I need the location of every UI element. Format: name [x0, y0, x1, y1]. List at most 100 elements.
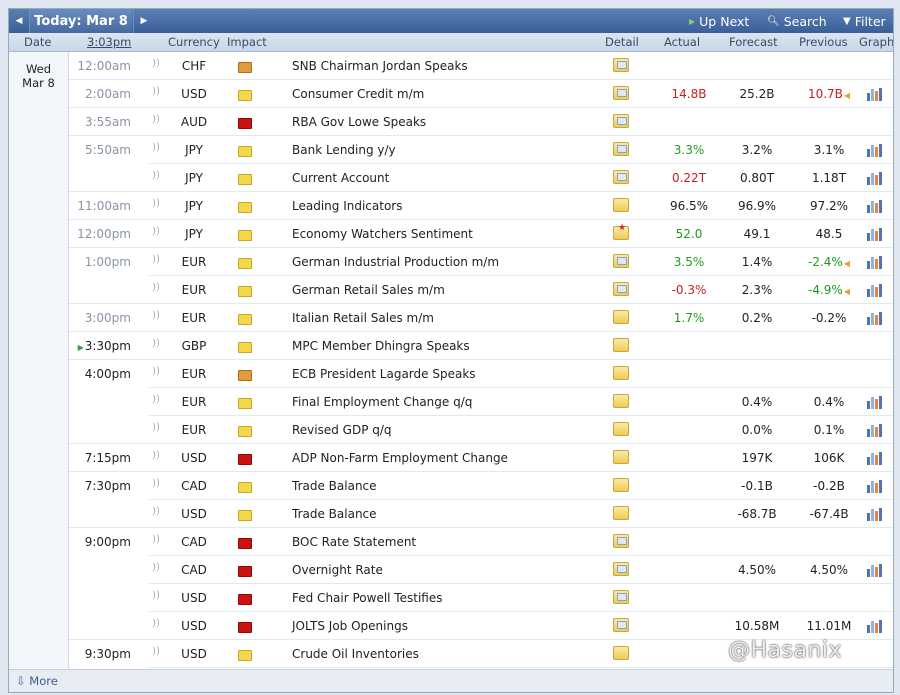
table-row[interactable]: )) EUR Final Employment Change q/q 0.4% 0.4%: [9, 388, 893, 416]
bar-chart-icon[interactable]: [867, 87, 883, 101]
event-title[interactable]: Fed Chair Powell Testifies: [292, 591, 592, 605]
up-next-button[interactable]: ▶ Up Next: [689, 9, 749, 33]
bar-chart-icon[interactable]: [867, 451, 883, 465]
event-title[interactable]: Trade Balance: [292, 479, 592, 493]
alert-sound-icon[interactable]: )): [151, 338, 161, 349]
detail-folder-icon[interactable]: [613, 254, 629, 268]
bar-chart-icon[interactable]: [867, 619, 883, 633]
bar-chart-icon[interactable]: [867, 199, 883, 213]
bar-chart-icon[interactable]: [867, 227, 883, 241]
event-title[interactable]: Trade Balance: [292, 507, 592, 521]
detail-folder-icon[interactable]: [613, 223, 629, 240]
alert-sound-icon[interactable]: )): [151, 170, 161, 181]
detail-folder-icon[interactable]: [613, 142, 629, 156]
table-row[interactable]: 5:50am)) JPY Bank Lending y/y 3.3% 3.2% 3.1%: [9, 136, 893, 164]
event-title[interactable]: Consumer Credit m/m: [292, 87, 592, 101]
bar-chart-icon[interactable]: [867, 143, 883, 157]
bar-chart-icon[interactable]: [867, 563, 883, 577]
table-row[interactable]: )) CAD Overnight Rate 4.50% 4.50%: [9, 556, 893, 584]
table-row[interactable]: 12:00am)) CHF SNB Chairman Jordan Speaks: [9, 52, 893, 80]
detail-folder-icon[interactable]: [613, 198, 629, 212]
event-title[interactable]: Crude Oil Inventories: [292, 647, 592, 661]
event-title[interactable]: SNB Chairman Jordan Speaks: [292, 59, 592, 73]
event-title[interactable]: Economy Watchers Sentiment: [292, 227, 592, 241]
event-title[interactable]: BOC Rate Statement: [292, 535, 592, 549]
detail-folder-icon[interactable]: [613, 618, 629, 632]
table-row[interactable]: 2:00am)) USD Consumer Credit m/m 14.8B 25.2B…: [9, 80, 893, 108]
table-row[interactable]: 3:00pm)) EUR Italian Retail Sales m/m 1.7% 0…: [9, 304, 893, 332]
alert-sound-icon[interactable]: )): [151, 478, 161, 489]
detail-folder-icon[interactable]: [613, 534, 629, 548]
search-button[interactable]: 🔍︎ Search: [767, 9, 827, 33]
bar-chart-icon[interactable]: [867, 507, 883, 521]
alert-sound-icon[interactable]: )): [151, 590, 161, 601]
alert-sound-icon[interactable]: )): [151, 618, 161, 629]
table-row[interactable]: 12:00pm))JPYEconomy Watchers Sentiment52…: [9, 220, 893, 248]
alert-sound-icon[interactable]: )): [151, 366, 161, 377]
alert-sound-icon[interactable]: )): [151, 86, 161, 97]
detail-folder-icon[interactable]: [613, 562, 629, 576]
previous-day-button[interactable]: ◀: [9, 9, 30, 33]
event-title[interactable]: Final Employment Change q/q: [292, 395, 592, 409]
event-title[interactable]: JOLTS Job Openings: [292, 619, 592, 633]
alert-sound-icon[interactable]: )): [151, 282, 161, 293]
table-row[interactable]: 9:00pm)) CAD BOC Rate Statement: [9, 528, 893, 556]
event-title[interactable]: Leading Indicators: [292, 199, 592, 213]
today-date-button[interactable]: Today: Mar 8: [30, 9, 132, 33]
table-row[interactable]: )) EUR Revised GDP q/q 0.0% 0.1%: [9, 416, 893, 444]
bar-chart-icon[interactable]: [867, 283, 883, 297]
next-day-button[interactable]: ▶: [133, 9, 154, 33]
table-row[interactable]: )) USD JOLTS Job Openings 10.58M 11.01M: [9, 612, 893, 640]
detail-folder-icon[interactable]: [613, 506, 629, 520]
bar-chart-icon[interactable]: [867, 395, 883, 409]
detail-folder-icon[interactable]: [613, 422, 629, 436]
detail-folder-icon[interactable]: [613, 338, 629, 352]
filter-button[interactable]: ▼ Filter: [843, 9, 886, 33]
more-link[interactable]: ⇩ More: [16, 674, 58, 688]
table-row[interactable]: 7:30pm)) CAD Trade Balance -0.1B -0.2B: [9, 472, 893, 500]
detail-folder-icon[interactable]: [613, 450, 629, 464]
event-title[interactable]: German Industrial Production m/m: [292, 255, 592, 269]
event-title[interactable]: RBA Gov Lowe Speaks: [292, 115, 592, 129]
table-row[interactable]: )) USD Fed Chair Powell Testifies: [9, 584, 893, 612]
alert-sound-icon[interactable]: )): [151, 394, 161, 405]
alert-sound-icon[interactable]: )): [151, 114, 161, 125]
detail-folder-icon[interactable]: [613, 86, 629, 100]
alert-sound-icon[interactable]: )): [151, 142, 161, 153]
alert-sound-icon[interactable]: )): [151, 310, 161, 321]
detail-folder-icon[interactable]: [613, 58, 629, 72]
alert-sound-icon[interactable]: )): [151, 226, 161, 237]
header-time[interactable]: 3:03pm: [87, 35, 131, 49]
bar-chart-icon[interactable]: [867, 479, 883, 493]
alert-sound-icon[interactable]: )): [151, 198, 161, 209]
detail-folder-icon[interactable]: [613, 478, 629, 492]
alert-sound-icon[interactable]: )): [151, 58, 161, 69]
alert-sound-icon[interactable]: )): [151, 506, 161, 517]
event-title[interactable]: Overnight Rate: [292, 563, 592, 577]
bar-chart-icon[interactable]: [867, 255, 883, 269]
bar-chart-icon[interactable]: [867, 311, 883, 325]
table-row[interactable]: ▶3:30pm)) GBP MPC Member Dhingra Speaks: [9, 332, 893, 360]
event-title[interactable]: Bank Lending y/y: [292, 143, 592, 157]
alert-sound-icon[interactable]: )): [151, 254, 161, 265]
table-row[interactable]: 4:00pm)) EUR ECB President Lagarde Speaks: [9, 360, 893, 388]
table-row[interactable]: 11:00am)) JPY Leading Indicators 96.5% 96.9%…: [9, 192, 893, 220]
detail-folder-icon[interactable]: [613, 366, 629, 380]
alert-sound-icon[interactable]: )): [151, 534, 161, 545]
detail-folder-icon[interactable]: [613, 170, 629, 184]
table-row[interactable]: 1:00pm)) EUR German Industrial Production …: [9, 248, 893, 276]
bar-chart-icon[interactable]: [867, 423, 883, 437]
event-title[interactable]: ADP Non-Farm Employment Change: [292, 451, 592, 465]
table-row[interactable]: )) USD Trade Balance -68.7B -67.4B: [9, 500, 893, 528]
event-title[interactable]: ECB President Lagarde Speaks: [292, 367, 592, 381]
alert-sound-icon[interactable]: )): [151, 422, 161, 433]
detail-folder-icon[interactable]: [613, 394, 629, 408]
detail-folder-icon[interactable]: [613, 282, 629, 296]
event-title[interactable]: Revised GDP q/q: [292, 423, 592, 437]
detail-folder-icon[interactable]: [613, 646, 629, 660]
event-title[interactable]: Current Account: [292, 171, 592, 185]
event-title[interactable]: MPC Member Dhingra Speaks: [292, 339, 592, 353]
table-row[interactable]: )) JPY Current Account 0.22T 0.80T 1.18T: [9, 164, 893, 192]
detail-folder-icon[interactable]: [613, 590, 629, 604]
table-row[interactable]: 7:15pm)) USD ADP Non-Farm Employment Chang…: [9, 444, 893, 472]
